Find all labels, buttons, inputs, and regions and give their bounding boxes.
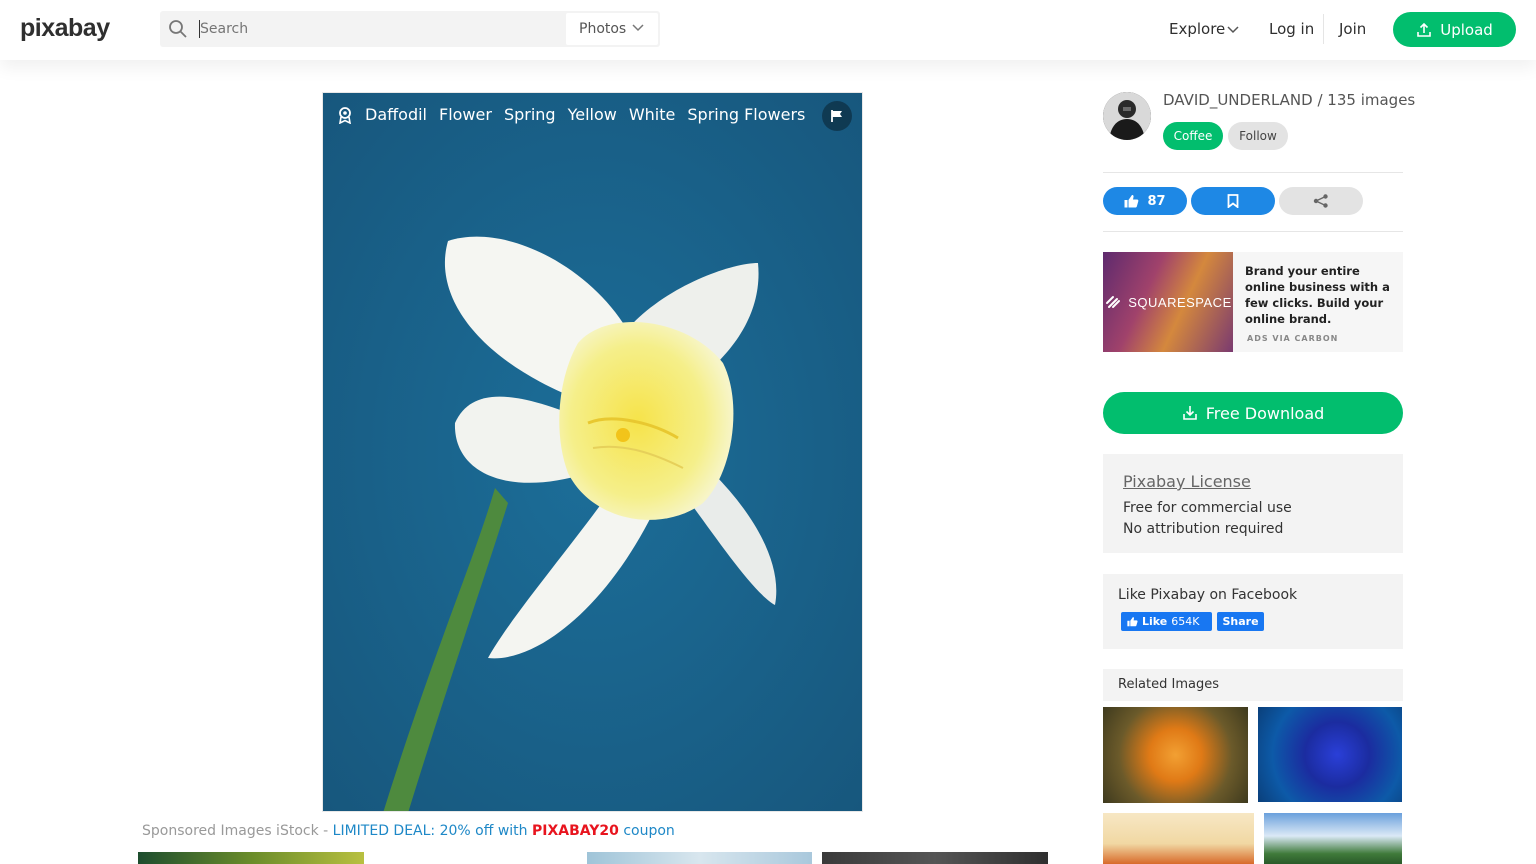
upload-label: Upload — [1440, 20, 1493, 39]
sponsored-thumbnail[interactable] — [822, 852, 1048, 864]
tag-link[interactable]: White — [629, 105, 676, 124]
upload-button[interactable]: Upload — [1393, 12, 1516, 47]
related-images-header: Related Images — [1103, 669, 1403, 701]
free-download-button[interactable]: Free Download — [1103, 392, 1403, 434]
license-line-commercial: Free for commercial use — [1123, 500, 1292, 516]
share-icon — [1313, 194, 1328, 208]
bookmark-icon — [1227, 194, 1239, 208]
facebook-like-label: Like — [1142, 615, 1168, 628]
report-button[interactable] — [822, 101, 852, 131]
chevron-down-icon — [632, 24, 644, 32]
coffee-button[interactable]: Coffee — [1163, 122, 1223, 150]
upload-icon — [1417, 22, 1432, 37]
ad-image[interactable]: SQUARESPACE — [1103, 252, 1233, 352]
facebook-share-button[interactable]: Share — [1217, 612, 1264, 631]
divider — [1103, 172, 1403, 173]
facebook-box: Like Pixabay on Facebook Like 654K Share — [1103, 574, 1403, 649]
follow-button[interactable]: Follow — [1228, 122, 1288, 150]
sponsored-thumbnail[interactable] — [138, 852, 364, 864]
ad-brand: SQUARESPACE — [1128, 294, 1232, 310]
related-image[interactable] — [1103, 813, 1254, 864]
coupon-code[interactable]: PIXABAY20 — [532, 823, 619, 839]
nav-divider — [1323, 14, 1324, 44]
related-image[interactable] — [1258, 707, 1402, 802]
facebook-like-button[interactable]: Like 654K — [1121, 612, 1212, 631]
share-button[interactable] — [1279, 187, 1363, 215]
related-images-title: Related Images — [1118, 677, 1219, 692]
squarespace-logo-icon — [1106, 296, 1121, 308]
media-type-label: Photos — [579, 21, 627, 37]
flag-icon — [831, 110, 842, 122]
like-button[interactable]: 87 — [1103, 187, 1187, 215]
chevron-down-icon — [1227, 26, 1239, 34]
download-icon — [1182, 406, 1197, 420]
tag-link[interactable]: Spring — [504, 105, 556, 124]
sponsored-line: Sponsored Images iStock - LIMITED DEAL: … — [142, 823, 675, 839]
login-link[interactable]: Log in — [1269, 20, 1314, 38]
related-image[interactable] — [1103, 707, 1248, 803]
avatar[interactable] — [1103, 92, 1151, 140]
license-box: Pixabay License Free for commercial use … — [1103, 454, 1403, 553]
divider — [1103, 231, 1403, 232]
top-navbar: pixabay Photos Explore Log in Join Uploa… — [0, 0, 1536, 60]
sponsored-thumbnail[interactable] — [587, 852, 812, 864]
thumbs-up-icon — [1124, 195, 1139, 208]
text-caret — [199, 20, 200, 38]
tag-link[interactable]: Daffodil — [365, 105, 427, 124]
explore-menu[interactable]: Explore — [1169, 20, 1239, 38]
main-photo[interactable]: Daffodil Flower Spring Yellow White Spri… — [322, 92, 863, 812]
media-type-dropdown[interactable]: Photos — [566, 13, 658, 45]
related-image[interactable] — [1264, 813, 1402, 864]
tag-link[interactable]: Yellow — [568, 105, 617, 124]
ad-text[interactable]: Brand your entire online business with a… — [1245, 263, 1395, 327]
pixabay-logo[interactable]: pixabay — [20, 14, 110, 43]
license-line-attribution: No attribution required — [1123, 521, 1284, 537]
award-icon — [339, 106, 351, 124]
search-icon[interactable] — [168, 19, 188, 39]
facebook-title: Like Pixabay on Facebook — [1118, 587, 1298, 603]
user-avatar-image — [1103, 92, 1151, 140]
facebook-like-count: 654K — [1171, 615, 1200, 628]
author-name[interactable]: DAVID_UNDERLAND / 135 images — [1163, 91, 1415, 109]
search-bar: Photos — [160, 11, 660, 47]
free-download-label: Free Download — [1205, 403, 1325, 423]
search-input[interactable] — [198, 11, 564, 47]
bookmark-button[interactable] — [1191, 187, 1275, 215]
carbon-ad[interactable]: SQUARESPACE Brand your entire online bus… — [1103, 252, 1403, 352]
tag-link[interactable]: Spring Flowers — [687, 105, 805, 124]
ads-via-carbon[interactable]: ADS VIA CARBON — [1247, 334, 1338, 343]
coupon-suffix[interactable]: coupon — [619, 823, 674, 839]
explore-label: Explore — [1169, 20, 1226, 38]
facebook-thumbs-up-icon — [1127, 617, 1138, 627]
tag-list: Daffodil Flower Spring Yellow White Spri… — [337, 105, 805, 124]
like-count: 87 — [1147, 193, 1166, 209]
join-link[interactable]: Join — [1339, 20, 1366, 38]
sponsored-prefix: Sponsored Images iStock - — [142, 823, 333, 839]
deal-link[interactable]: LIMITED DEAL: 20% off with — [333, 823, 532, 839]
license-link[interactable]: Pixabay License — [1123, 472, 1251, 491]
daffodil-image — [323, 93, 862, 811]
tag-link[interactable]: Flower — [439, 105, 492, 124]
